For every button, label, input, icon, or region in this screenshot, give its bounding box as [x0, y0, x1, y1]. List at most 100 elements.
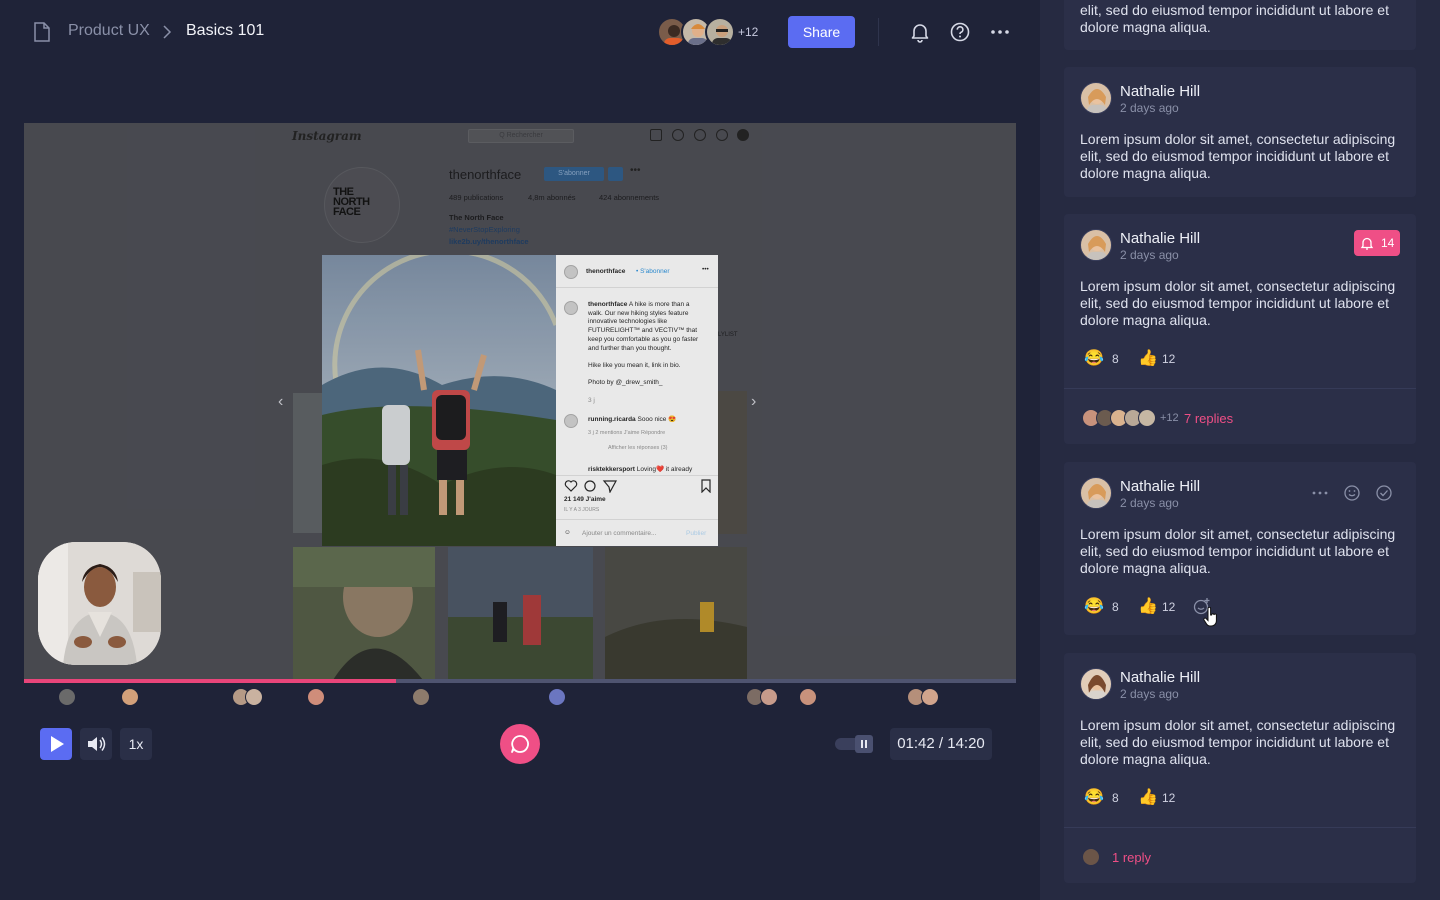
- grid-photo: [293, 547, 435, 680]
- north-face-logo: THE NORTH FACE: [333, 186, 370, 218]
- grid-photo: [605, 547, 747, 680]
- timeline-marker-avatar[interactable]: [412, 688, 430, 706]
- divider: [878, 18, 879, 46]
- play-button[interactable]: [40, 728, 72, 760]
- progress-bar[interactable]: [24, 679, 1016, 683]
- next-arrow-icon: ›: [751, 393, 757, 410]
- grid-photo: [448, 547, 593, 680]
- comment-text: elit, sed do eiusmod tempor incididunt u…: [1080, 2, 1389, 35]
- reaction-count: 8: [1112, 600, 1119, 614]
- notification-badge[interactable]: 14: [1354, 230, 1400, 256]
- comment-card[interactable]: Nathalie Hill 2 days ago Lorem ipsum dol…: [1064, 462, 1416, 635]
- instagram-bio-link: like2b.uy/thenorthface: [449, 237, 529, 246]
- post-photo: [322, 255, 556, 546]
- pause-icon: [835, 735, 873, 753]
- post-date: IL Y A 3 JOURS: [564, 507, 600, 513]
- more-icon[interactable]: [1311, 484, 1329, 502]
- view-replies: Afficher les réponses (3): [608, 445, 668, 451]
- top-bar: Product UX Basics 101 +12 Share: [0, 0, 1040, 64]
- comment-card[interactable]: Nathalie Hill 2 days ago Lorem ipsum dol…: [1064, 653, 1416, 883]
- replies-bar[interactable]: +12 7 replies: [1064, 388, 1416, 444]
- chevron-right-icon: [163, 25, 172, 39]
- speed-button[interactable]: 1x: [120, 728, 152, 760]
- replies-more: +12: [1160, 412, 1179, 424]
- instagram-header: Instagram Q Rechercher: [24, 123, 1016, 151]
- comment-text: Lorem ipsum dolor sit amet, consectetur …: [1080, 717, 1396, 767]
- comment-author[interactable]: Nathalie Hill: [1120, 478, 1200, 495]
- add-comment-button[interactable]: [500, 724, 540, 764]
- comment-card[interactable]: Nathalie Hill 2 days ago 14 Lorem ipsum …: [1064, 214, 1416, 444]
- reply-avatar: [1138, 409, 1156, 427]
- commenter-avatar: [564, 414, 578, 428]
- reaction-emoji[interactable]: 👍: [1138, 787, 1158, 807]
- timeline-marker-avatar[interactable]: [245, 688, 263, 706]
- resolve-check-icon[interactable]: [1375, 484, 1393, 502]
- smile-icon: ☺: [564, 529, 571, 536]
- avatar: [1080, 229, 1112, 261]
- timeline-marker-avatar[interactable]: [121, 688, 139, 706]
- comment-meta: 3 j 2 mentions J'aime Répondre: [588, 430, 666, 436]
- instagram-stat: 489 publications: [449, 193, 504, 202]
- reaction-emoji[interactable]: 👍: [1138, 348, 1158, 368]
- comment-card[interactable]: Nathalie Hill 2 days ago Lorem ipsum dol…: [1064, 67, 1416, 197]
- volume-button[interactable]: [80, 728, 112, 760]
- timeline-marker-avatar[interactable]: [799, 688, 817, 706]
- comment-time: 2 days ago: [1120, 687, 1179, 701]
- comment-author[interactable]: Nathalie Hill: [1120, 669, 1200, 686]
- reaction-count: 12: [1162, 352, 1176, 366]
- breadcrumb-parent[interactable]: Product UX: [68, 22, 150, 40]
- bell-icon[interactable]: [909, 21, 931, 43]
- post-panel: thenorthface • S'abonner ••• thenorthfac…: [556, 255, 718, 546]
- reaction-emoji[interactable]: 👍: [1138, 596, 1158, 616]
- comment-text: Lorem ipsum dolor sit amet, consectetur …: [1080, 526, 1396, 576]
- share-button[interactable]: Share: [788, 16, 855, 48]
- instagram-stat: 424 abonnements: [599, 193, 660, 202]
- comment-author[interactable]: Nathalie Hill: [1120, 83, 1200, 100]
- reaction-count: 8: [1112, 352, 1119, 366]
- help-icon[interactable]: [949, 21, 971, 43]
- post-comment: running.ricarda Sooo nice 😍: [588, 416, 677, 423]
- comment-card[interactable]: elit, sed do eiusmod tempor incididunt u…: [1064, 0, 1416, 50]
- comment-text: Lorem ipsum dolor sit amet, consectetur …: [1080, 278, 1396, 328]
- avatar: [1080, 82, 1112, 114]
- explore-icon: [694, 129, 706, 141]
- instagram-stat: 4,8m abonnés: [528, 193, 576, 202]
- grid-photo: [718, 391, 747, 534]
- instagram-dropdown-button: [608, 167, 623, 181]
- comment-time: 2 days ago: [1120, 101, 1179, 115]
- avatar: [1080, 668, 1112, 700]
- post-likes: 21 149 J'aime: [564, 496, 606, 503]
- caption-author-avatar: [564, 301, 578, 315]
- replies-link[interactable]: 7 replies: [1184, 411, 1233, 426]
- bookmark-icon: [701, 479, 711, 493]
- breadcrumb-current: Basics 101: [186, 22, 265, 39]
- comments-sidebar: elit, sed do eiusmod tempor incididunt u…: [1040, 0, 1440, 900]
- avatar: [1080, 477, 1112, 509]
- previous-arrow-icon: ‹: [278, 393, 284, 410]
- comment-author[interactable]: Nathalie Hill: [1120, 230, 1200, 247]
- reaction-emoji[interactable]: 😂: [1084, 787, 1104, 807]
- avatar: [705, 17, 735, 47]
- instagram-follow-button: S'abonner: [544, 167, 604, 181]
- pause-comments-toggle[interactable]: [835, 735, 875, 753]
- publish-button: Publier: [686, 530, 707, 537]
- timeline-marker-avatar[interactable]: [307, 688, 325, 706]
- presenter-webcam[interactable]: [38, 542, 161, 665]
- more-icon[interactable]: [989, 21, 1011, 43]
- play-icon: [51, 736, 64, 752]
- timeline-marker-avatar[interactable]: [760, 688, 778, 706]
- post-author: thenorthface: [586, 268, 626, 275]
- instagram-more-icon: •••: [630, 165, 641, 176]
- timeline-marker-avatar[interactable]: [58, 688, 76, 706]
- replies-link[interactable]: 1 reply: [1112, 850, 1151, 865]
- timeline-marker-avatar[interactable]: [921, 688, 939, 706]
- volume-icon: [88, 737, 106, 751]
- post-follow: • S'abonner: [636, 268, 670, 275]
- add-reaction-icon[interactable]: [1343, 484, 1361, 502]
- reaction-emoji[interactable]: 😂: [1084, 348, 1104, 368]
- profile-icon: [737, 129, 749, 141]
- replies-bar[interactable]: 1 reply: [1064, 827, 1416, 883]
- timeline-marker-avatar[interactable]: [548, 688, 566, 706]
- reaction-emoji[interactable]: 😂: [1084, 596, 1104, 616]
- video-stage[interactable]: Instagram Q Rechercher THE NORTH FACE th…: [24, 123, 1016, 680]
